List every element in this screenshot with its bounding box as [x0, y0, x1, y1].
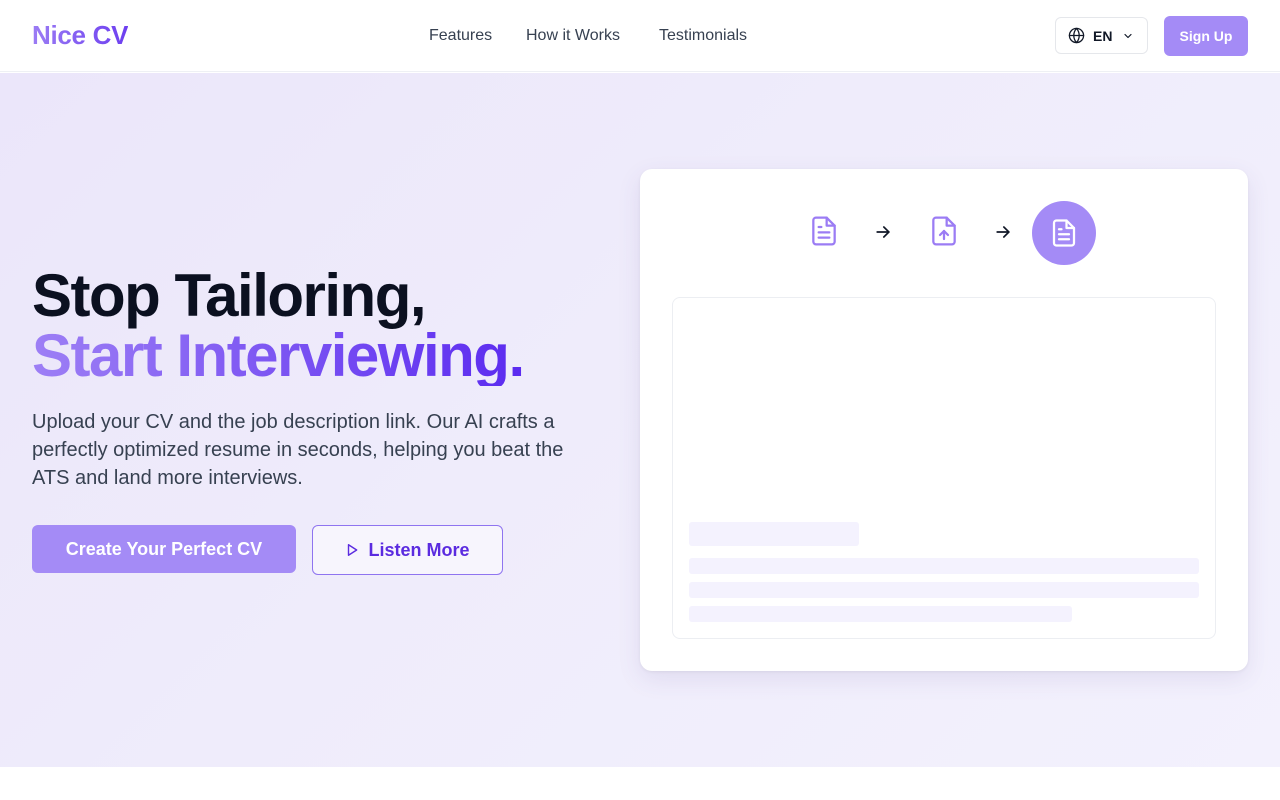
nav-link-features[interactable]: Features: [429, 24, 492, 48]
document-icon: [812, 216, 836, 246]
skeleton-line: [689, 558, 1199, 574]
arrow-right-icon: [876, 226, 890, 238]
arrow-right-icon: [996, 226, 1010, 238]
nav-link-how-it-works[interactable]: How it Works: [526, 24, 620, 48]
cv-preview-panel: [672, 297, 1216, 639]
hero-subtext: Upload your CV and the job description l…: [32, 411, 564, 489]
skeleton-line: [689, 606, 1072, 622]
document-upload-icon: [932, 216, 956, 246]
workflow-preview-card: [640, 169, 1248, 671]
document-icon: [1052, 219, 1076, 247]
result-document-badge: [1032, 201, 1096, 265]
listen-more-label: Listen More: [368, 539, 470, 560]
headline-line-1: Stop Tailoring,: [32, 262, 427, 329]
language-code: EN: [1093, 27, 1113, 44]
listen-more-button[interactable]: Listen More: [312, 525, 503, 575]
chevron-down-icon: [1124, 33, 1133, 38]
globe-icon: [1068, 27, 1085, 44]
site-header: Nice CV Features How it Works Testimonia…: [0, 0, 1280, 72]
hero-headline: Stop Tailoring, Start Interviewing.: [32, 266, 525, 389]
skeleton-title: [689, 522, 859, 546]
skeleton-line: [689, 582, 1199, 598]
headline-line-2: Start Interviewing.: [32, 322, 525, 389]
create-cv-button[interactable]: Create Your Perfect CV: [32, 525, 296, 573]
language-selector[interactable]: EN: [1055, 17, 1148, 54]
nav-link-testimonials[interactable]: Testimonials: [659, 24, 747, 48]
hero-section: Stop Tailoring, Start Interviewing. Uplo…: [0, 73, 1280, 767]
signup-button[interactable]: Sign Up: [1164, 16, 1248, 56]
play-icon: [348, 544, 358, 556]
